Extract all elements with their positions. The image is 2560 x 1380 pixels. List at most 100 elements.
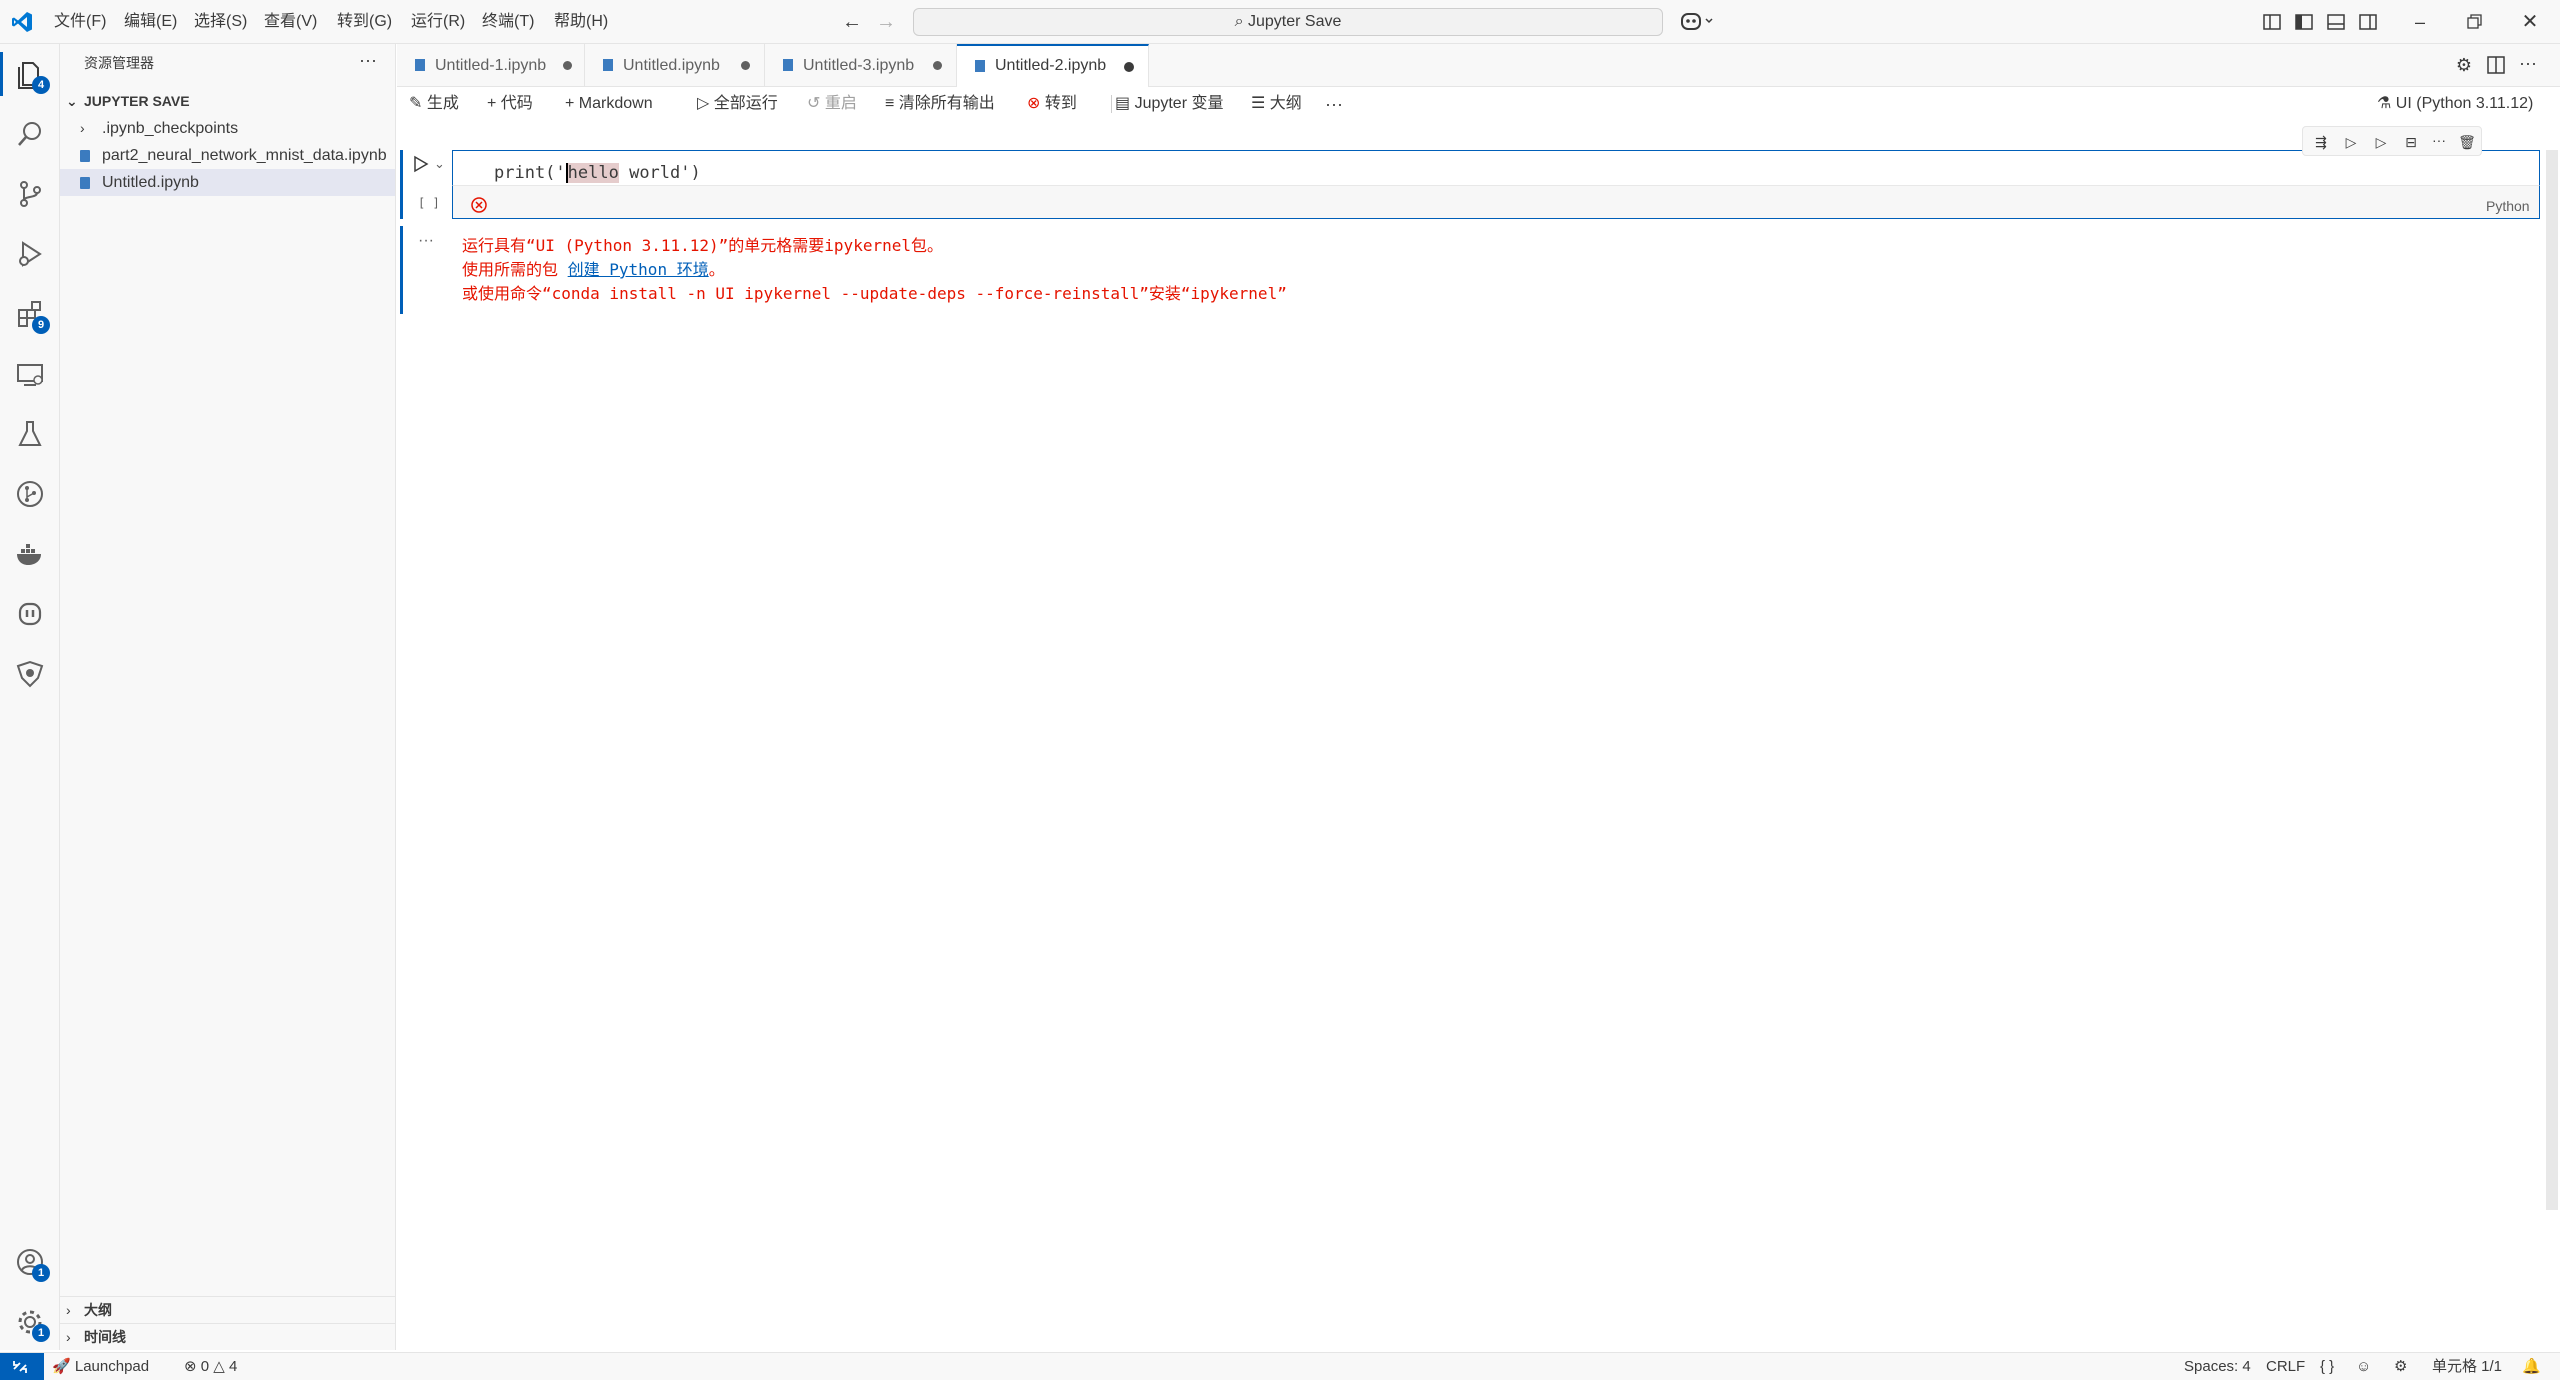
more-actions-icon[interactable]: ··· xyxy=(2517,54,2539,76)
create-python-env-link[interactable]: 创建 Python 环境 xyxy=(568,260,709,279)
goto-label: 转到 xyxy=(1044,95,1077,112)
run-by-line-icon[interactable]: ⇶ xyxy=(2309,131,2333,153)
vscode-logo-icon xyxy=(10,10,34,34)
notebook-file-icon xyxy=(80,150,90,162)
unsaved-dot-icon[interactable] xyxy=(933,61,942,70)
toggle-primary-sidebar-icon[interactable] xyxy=(2294,12,2314,32)
tab-untitled-3[interactable]: Untitled-3.ipynb xyxy=(765,44,957,87)
tree-item-part2-notebook[interactable]: part2_neural_network_mnist_data.ipynb xyxy=(60,142,395,169)
generate-button[interactable]: ✎ 生成 xyxy=(409,87,459,121)
execute-above-icon[interactable]: ▷ xyxy=(2339,131,2363,153)
run-all-button[interactable]: ▷ 全部运行 xyxy=(697,87,778,121)
cell-language-label[interactable]: Python xyxy=(2486,198,2530,214)
gitlens-icon[interactable] xyxy=(8,652,52,696)
menu-run[interactable]: 运行(R) xyxy=(411,0,465,44)
remote-indicator[interactable] xyxy=(0,1353,44,1380)
more-actions-icon[interactable]: ··· xyxy=(356,50,380,74)
forward-arrow-icon[interactable]: → xyxy=(876,10,900,34)
command-center-search[interactable]: ⌕ Jupyter Save xyxy=(913,8,1663,36)
code-line-area[interactable] xyxy=(452,150,2540,186)
chat-bot-icon[interactable] xyxy=(8,592,52,636)
kernel-picker-button[interactable]: ⚗ UI (Python 3.11.12) xyxy=(2377,87,2533,121)
git-graph-icon[interactable] xyxy=(8,472,52,516)
goto-button[interactable]: ⊗ 转到 xyxy=(1027,87,1077,121)
explorer-badge: 4 xyxy=(32,76,50,94)
run-cell-icon[interactable] xyxy=(412,154,430,174)
docker-icon[interactable] xyxy=(8,532,52,576)
accounts-icon[interactable]: 1 xyxy=(8,1240,52,1284)
run-debug-icon[interactable] xyxy=(8,232,52,276)
add-code-cell-button[interactable]: + 代码 xyxy=(487,87,533,121)
kernel-label: UI (Python 3.11.12) xyxy=(2395,95,2534,112)
run-options-chevron-icon[interactable]: ⌄ xyxy=(434,154,445,174)
outline-button[interactable]: ☰ 大纲 xyxy=(1251,87,1302,121)
unsaved-dot-icon[interactable] xyxy=(741,61,750,70)
execute-below-icon[interactable]: ▷ xyxy=(2369,131,2393,153)
workspace-folder-header[interactable]: ⌄ JUPYTER SAVE xyxy=(60,88,395,115)
menu-help[interactable]: 帮助(H) xyxy=(554,0,608,44)
add-markdown-cell-button[interactable]: + Markdown xyxy=(565,87,653,121)
menu-file[interactable]: 文件(F) xyxy=(54,0,106,44)
extensions-badge: 9 xyxy=(32,316,50,334)
tab-untitled-2[interactable]: Untitled-2.ipynb xyxy=(957,44,1149,88)
notebook-settings-gear-icon[interactable]: ⚙ xyxy=(2453,54,2475,76)
tab-untitled-1[interactable]: Untitled-1.ipynb xyxy=(397,44,585,87)
customize-layout-icon[interactable] xyxy=(2262,12,2282,32)
menu-go[interactable]: 转到(G) xyxy=(337,0,392,44)
close-window-icon[interactable]: ✕ xyxy=(2518,8,2542,36)
search-icon[interactable] xyxy=(8,112,52,156)
restore-icon[interactable] xyxy=(2462,8,2486,36)
output-more-icon[interactable]: ··· xyxy=(418,232,434,250)
minimize-icon[interactable]: – xyxy=(2408,8,2432,36)
editor-scrollbar[interactable] xyxy=(2546,150,2558,1210)
search-icon: ⌕ xyxy=(1234,13,1248,30)
output-line-1: 运行具有“UI (Python 3.11.12)”的单元格需要ipykernel… xyxy=(462,236,943,255)
jupyter-variables-button[interactable]: ▤ Jupyter 变量 xyxy=(1115,87,1223,121)
toggle-panel-icon[interactable] xyxy=(2326,12,2346,32)
variables-icon: ▤ xyxy=(1115,95,1135,112)
sync-settings-icon[interactable]: ⚙ xyxy=(2394,1353,2407,1380)
back-arrow-icon[interactable]: ← xyxy=(842,10,866,34)
problems-item[interactable]: ⊗ 0 △ 4 xyxy=(184,1353,237,1380)
cell-position-item[interactable]: 单元格 1/1 xyxy=(2432,1353,2502,1380)
more-actions-icon[interactable]: ··· xyxy=(1325,87,1343,121)
restart-button[interactable]: ↺ 重启 xyxy=(807,87,857,121)
language-braces-icon[interactable]: { } xyxy=(2320,1353,2334,1380)
indentation-item[interactable]: Spaces: 4 xyxy=(2184,1353,2251,1380)
more-actions-icon[interactable]: ··· xyxy=(2427,131,2451,153)
manage-gear-icon[interactable]: 1 xyxy=(8,1300,52,1344)
copilot-status-icon[interactable]: ☺ xyxy=(2356,1353,2371,1380)
remote-explorer-icon[interactable] xyxy=(8,352,52,396)
unsaved-dot-icon[interactable] xyxy=(1124,62,1134,72)
testing-icon[interactable] xyxy=(8,412,52,456)
menu-selection[interactable]: 选择(S) xyxy=(194,0,247,44)
source-control-icon[interactable] xyxy=(8,172,52,216)
explorer-icon[interactable]: 4 xyxy=(8,52,52,96)
launchpad-item[interactable]: 🚀 Launchpad xyxy=(52,1353,149,1380)
menu-edit[interactable]: 编辑(E) xyxy=(124,0,177,44)
tree-item-ipynb-checkpoints[interactable]: › .ipynb_checkpoints xyxy=(60,115,395,142)
unsaved-dot-icon[interactable] xyxy=(563,61,572,70)
split-editor-icon[interactable] xyxy=(2485,54,2507,76)
accounts-badge: 1 xyxy=(32,1264,50,1282)
tree-item-untitled-notebook[interactable]: Untitled.ipynb xyxy=(60,169,395,196)
markdown-label: Markdown xyxy=(578,95,653,112)
tree-item-label: part2_neural_network_mnist_data.ipynb xyxy=(102,147,387,164)
chevron-down-icon: ⌄ xyxy=(66,93,78,109)
timeline-section-header[interactable]: › 时间线 xyxy=(60,1323,396,1350)
tab-untitled[interactable]: Untitled.ipynb xyxy=(585,44,765,87)
notifications-bell-icon[interactable]: 🔔 xyxy=(2522,1353,2541,1380)
extensions-icon[interactable]: 9 xyxy=(8,292,52,336)
clear-all-outputs-button[interactable]: ≡ 清除所有输出 xyxy=(885,87,995,121)
tree-item-label: Untitled.ipynb xyxy=(102,174,199,191)
activity-bar: 4 9 1 1 xyxy=(0,44,60,1350)
eol-item[interactable]: CRLF xyxy=(2266,1353,2305,1380)
delete-cell-trash-icon[interactable]: 🗑 xyxy=(2455,131,2479,153)
outline-section-header[interactable]: › 大纲 xyxy=(60,1296,396,1323)
split-cell-icon[interactable]: ⊟ xyxy=(2399,131,2423,153)
copilot-icon[interactable] xyxy=(1680,10,1716,34)
error-circle-icon xyxy=(470,196,488,214)
toggle-secondary-sidebar-icon[interactable] xyxy=(2358,12,2378,32)
menu-terminal[interactable]: 终端(T) xyxy=(482,0,534,44)
menu-view[interactable]: 查看(V) xyxy=(264,0,317,44)
